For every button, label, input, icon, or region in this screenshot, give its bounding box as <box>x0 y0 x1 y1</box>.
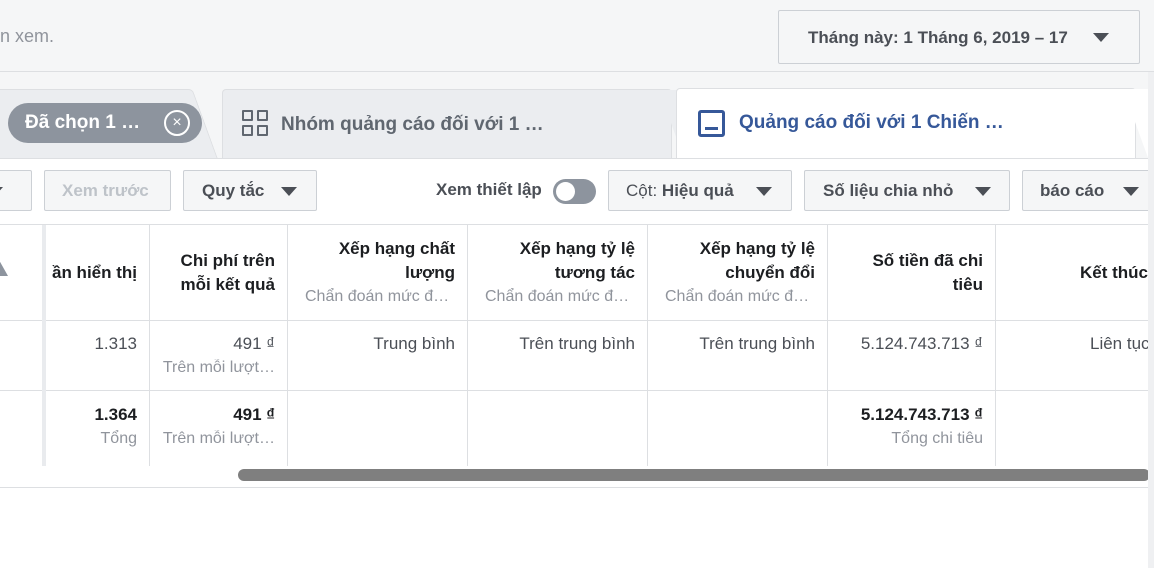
column-impressions: ần hiển thị 1.313 1.364 Tổng <box>46 225 150 466</box>
more-dropdown-button[interactable] <box>0 170 32 211</box>
column-cost-per-result: Chi phí trên mỗi kết quả 491 ₫ Trên mỗi … <box>150 225 288 466</box>
cell-conversion: Trên trung bình <box>699 334 815 353</box>
rules-label: Quy tắc <box>202 181 265 200</box>
selected-chip-label: Đã chọn 1 … <box>25 112 141 133</box>
column-quality-ranking: Xếp hạng chất lượng Chẩn đoán mức độ… Tr… <box>288 225 468 466</box>
search-hint-text: n xem. <box>0 26 55 46</box>
chevron-down-icon <box>756 187 772 196</box>
header-quality-ranking[interactable]: Xếp hạng chất lượng <box>339 237 455 285</box>
level-tabs: Đã chọn 1 … × Nhóm quảng cáo đối với 1 …… <box>0 72 1154 160</box>
column-end: Kết thúc Liên tục <box>996 225 1150 466</box>
cell-engagement: Trên trung bình <box>519 334 635 353</box>
cell-cost-sub: Trên mỗi lượt… <box>162 359 275 376</box>
cell-quality: Trung bình <box>373 334 455 353</box>
column-conversion-ranking: Xếp hạng tỷ lệ chuyển đổi Chẩn đoán mức … <box>648 225 828 466</box>
breakdown-label: Số liệu chia nhỏ <box>823 181 954 200</box>
cell-impressions: 1.313 <box>94 334 137 353</box>
top-bar: n xem. Tháng này: 1 Tháng 6, 2019 – 17 <box>0 0 1154 72</box>
horizontal-scrollbar[interactable] <box>0 466 1150 488</box>
view-setup-label: Xem thiết lập <box>436 180 542 199</box>
cell-end: Liên tục <box>1090 334 1150 353</box>
tab-ads-label: Quảng cáo đối với 1 Chiến … <box>739 112 1004 133</box>
preview-button[interactable]: Xem trước <box>44 170 171 211</box>
chevron-down-icon <box>281 187 297 196</box>
header-cost-per-result[interactable]: Chi phí trên mỗi kết quả <box>181 249 275 297</box>
header-engagement-ranking[interactable]: Xếp hạng tỷ lệ tương tác <box>520 237 635 285</box>
column-engagement-ranking: Xếp hạng tỷ lệ tương tác Chẩn đoán mức đ… <box>468 225 648 466</box>
preview-label: Xem trước <box>62 181 149 200</box>
selected-campaign-chip[interactable]: Đã chọn 1 … × <box>8 103 202 143</box>
columns-prefix: Cột: <box>626 181 658 200</box>
total-cost-sub: Trên mỗi lượt… <box>162 430 275 447</box>
grid-icon <box>242 110 270 138</box>
columns-value: Hiệu quả <box>661 181 734 200</box>
breakdown-button[interactable]: Số liệu chia nhỏ <box>804 170 1010 211</box>
cell-spent: 5.124.743.713 ₫ <box>860 334 983 353</box>
reports-label: báo cáo <box>1040 181 1105 200</box>
page-edge <box>1148 72 1154 568</box>
view-setup-toggle[interactable] <box>553 179 596 204</box>
ad-icon <box>698 110 725 137</box>
columns-button[interactable]: Cột: Hiệu quả <box>608 170 792 211</box>
header-conversion-ranking[interactable]: Xếp hạng tỷ lệ chuyển đổi <box>700 237 815 285</box>
header-impressions[interactable]: ần hiển thị <box>52 261 137 285</box>
close-icon[interactable]: × <box>164 110 190 136</box>
scrollbar-thumb[interactable] <box>238 469 1150 481</box>
total-cost: 491 ₫ <box>233 405 275 424</box>
total-spent-sub: Tổng chi tiêu <box>891 430 983 447</box>
tab-adsets-label: Nhóm quảng cáo đối với 1 … <box>281 114 544 135</box>
date-range-label: Tháng này: 1 Tháng 6, 2019 – 17 <box>808 28 1068 47</box>
column-amount-spent: Số tiền đã chi tiêu 5.124.743.713 ₫ 5.12… <box>828 225 996 466</box>
chevron-down-icon <box>1123 187 1139 196</box>
chevron-down-icon <box>975 187 991 196</box>
header-quality-sub: Chẩn đoán mức độ… <box>305 288 455 305</box>
chevron-down-icon <box>0 187 3 196</box>
results-table: ần hiển thị 1.313 1.364 Tổng Chi phí trê… <box>0 224 1150 466</box>
total-spent: 5.124.743.713 ₫ <box>860 405 983 424</box>
header-amount-spent[interactable]: Số tiền đã chi tiêu <box>872 249 983 297</box>
header-engagement-sub: Chẩn đoán mức độ… <box>485 288 635 305</box>
total-impressions-sub: Tổng <box>100 430 137 447</box>
header-conversion-sub: Chẩn đoán mức độ… <box>665 288 815 305</box>
header-end[interactable]: Kết thúc <box>1080 261 1148 285</box>
reports-button[interactable]: báo cáo <box>1022 170 1154 211</box>
date-range-button[interactable]: Tháng này: 1 Tháng 6, 2019 – 17 <box>778 10 1140 64</box>
chevron-down-icon <box>1093 33 1109 42</box>
total-impressions: 1.364 <box>94 405 137 424</box>
toolbar: Xem trước Quy tắc Xem thiết lập Cột: Hiệ… <box>0 158 1154 224</box>
cell-cost: 491 ₫ <box>233 334 275 353</box>
rules-button[interactable]: Quy tắc <box>183 170 317 211</box>
